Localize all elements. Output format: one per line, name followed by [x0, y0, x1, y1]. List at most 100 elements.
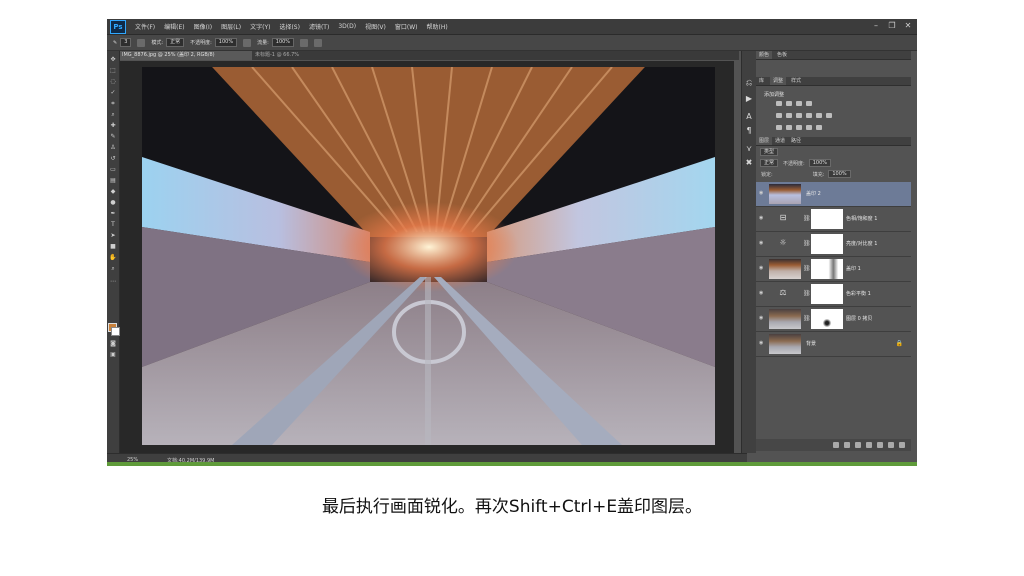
- black-white-icon[interactable]: [806, 113, 812, 118]
- new-layer-icon[interactable]: [888, 442, 894, 448]
- color-balance-icon[interactable]: [796, 113, 802, 118]
- dodge-tool-icon[interactable]: ●: [109, 200, 117, 206]
- blur-tool-icon[interactable]: ◆: [109, 189, 117, 195]
- close-button[interactable]: ✕: [903, 21, 913, 31]
- threshold-icon[interactable]: [796, 125, 802, 130]
- minimize-button[interactable]: –: [871, 21, 881, 31]
- layer-row[interactable]: ◉ 背景 🔒: [756, 332, 911, 357]
- type-tool-icon[interactable]: T: [109, 222, 117, 228]
- paragraph-panel-icon[interactable]: ¶: [745, 127, 753, 135]
- background-color-swatch[interactable]: [111, 327, 120, 336]
- layer-mask-thumbnail[interactable]: [811, 284, 843, 304]
- screen-mode-icon[interactable]: ▣: [109, 352, 117, 358]
- exposure-icon[interactable]: [806, 101, 812, 106]
- quick-select-tool-icon[interactable]: ✓: [109, 90, 117, 96]
- marquee-tool-icon[interactable]: ⬚: [109, 68, 117, 74]
- stamp-tool-icon[interactable]: ♙: [109, 145, 117, 151]
- path-select-icon[interactable]: ➤: [109, 233, 117, 239]
- menu-select[interactable]: 选择(S): [279, 22, 300, 31]
- tab-swatches[interactable]: 色板: [774, 51, 790, 59]
- menu-3d[interactable]: 3D(D): [338, 23, 356, 30]
- brush-tool-icon[interactable]: ✎: [109, 134, 117, 140]
- layer-mask-thumbnail[interactable]: [811, 234, 843, 254]
- layer-mask-thumbnail[interactable]: [811, 309, 843, 329]
- tab-libraries[interactable]: 库: [756, 77, 767, 85]
- layer-name[interactable]: 亮度/对比度 1: [846, 240, 877, 247]
- brush-panel-icon[interactable]: [137, 38, 146, 47]
- mask-link-icon[interactable]: ⛓: [803, 315, 811, 322]
- tab-paths[interactable]: 路径: [788, 137, 804, 145]
- new-group-icon[interactable]: [877, 442, 883, 448]
- layer-style-icon[interactable]: [844, 442, 850, 448]
- document-tab-active[interactable]: IMG_8876.jpg @ 25% (盖印 2, RGB/8): [119, 51, 252, 60]
- pen-tool-icon[interactable]: ✒: [109, 211, 117, 217]
- menu-filter[interactable]: 滤镜(T): [309, 22, 329, 31]
- layer-row[interactable]: ◉ 盖印 2: [756, 182, 911, 207]
- menu-edit[interactable]: 编辑(E): [164, 22, 184, 31]
- brush-presets-icon[interactable]: ⋎: [745, 145, 753, 153]
- mode-select[interactable]: 正常: [166, 38, 185, 47]
- menu-window[interactable]: 窗口(W): [395, 22, 418, 31]
- layer-mask-thumbnail[interactable]: [811, 209, 843, 229]
- mask-link-icon[interactable]: ⛓: [803, 290, 811, 297]
- layer-mask-thumbnail[interactable]: [811, 259, 843, 279]
- visibility-eye-icon[interactable]: ◉: [759, 341, 765, 346]
- history-panel-icon[interactable]: ⎌: [745, 79, 753, 87]
- move-tool-icon[interactable]: ✥: [109, 57, 117, 63]
- eraser-tool-icon[interactable]: ▭: [109, 167, 117, 173]
- tab-channels[interactable]: 通道: [772, 137, 788, 145]
- add-mask-icon[interactable]: [855, 442, 861, 448]
- layer-name[interactable]: 盖印 2: [806, 190, 821, 197]
- layer-name[interactable]: 色彩平衡 1: [846, 290, 871, 297]
- tab-layers[interactable]: 图层: [756, 137, 773, 145]
- menu-file[interactable]: 文件(F): [135, 22, 155, 31]
- menu-help[interactable]: 帮助(H): [427, 22, 448, 31]
- pressure-size-icon[interactable]: [314, 38, 323, 47]
- pressure-opacity-icon[interactable]: [243, 38, 252, 47]
- visibility-eye-icon[interactable]: ◉: [759, 291, 765, 296]
- history-brush-icon[interactable]: ↺: [109, 156, 117, 162]
- lasso-tool-icon[interactable]: ◌: [109, 79, 117, 85]
- tab-adjustments[interactable]: 调整: [770, 77, 787, 85]
- layer-row[interactable]: ◉ ☼ ⛓ 亮度/对比度 1: [756, 232, 911, 257]
- fill-field[interactable]: 100%: [828, 170, 851, 178]
- mask-link-icon[interactable]: ⛓: [803, 240, 811, 247]
- menu-layer[interactable]: 图层(L): [221, 22, 241, 31]
- quick-mask-icon[interactable]: ◙: [109, 341, 117, 347]
- link-layers-icon[interactable]: [833, 442, 839, 448]
- hue-saturation-icon[interactable]: [786, 113, 792, 118]
- posterize-icon[interactable]: [786, 125, 792, 130]
- layer-name[interactable]: 色相/饱和度 1: [846, 215, 877, 222]
- layer-row[interactable]: ◉ ⛓ 图层 0 拷贝: [756, 307, 911, 332]
- visibility-eye-icon[interactable]: ◉: [759, 266, 765, 271]
- photo-filter-icon[interactable]: [816, 113, 822, 118]
- tool-presets-icon[interactable]: ✖: [745, 159, 753, 167]
- new-adjustment-icon[interactable]: [866, 442, 872, 448]
- tab-color[interactable]: 颜色: [756, 51, 773, 59]
- menu-image[interactable]: 图像(I): [194, 22, 212, 31]
- visibility-eye-icon[interactable]: ◉: [759, 216, 765, 221]
- maximize-button[interactable]: ❐: [887, 21, 897, 31]
- visibility-eye-icon[interactable]: ◉: [759, 316, 765, 321]
- selective-color-icon[interactable]: [816, 125, 822, 130]
- channel-mixer-icon[interactable]: [826, 113, 832, 118]
- tab-styles[interactable]: 样式: [788, 77, 804, 85]
- crop-tool-icon[interactable]: ⌗: [109, 101, 117, 107]
- zoom-tool-icon[interactable]: ⌕: [109, 266, 117, 272]
- delete-layer-icon[interactable]: [899, 442, 905, 448]
- layer-row[interactable]: ◉ ⊟ ⛓ 色相/饱和度 1: [756, 207, 911, 232]
- more-tools-icon[interactable]: ⋯: [109, 279, 117, 285]
- healing-tool-icon[interactable]: ✚: [109, 123, 117, 129]
- layer-row[interactable]: ◉ ⛓ 盖印 1: [756, 257, 911, 282]
- brush-size-field[interactable]: 3: [120, 38, 132, 47]
- visibility-eye-icon[interactable]: ◉: [759, 241, 765, 246]
- visibility-eye-icon[interactable]: ◉: [759, 191, 765, 196]
- character-panel-icon[interactable]: A: [745, 113, 753, 121]
- document-canvas[interactable]: [142, 67, 715, 445]
- document-tab-inactive[interactable]: 未标题-1 @ 66.7%: [255, 51, 335, 60]
- mask-link-icon[interactable]: ⛓: [803, 265, 811, 272]
- brush-tool-icon[interactable]: ✎: [113, 40, 117, 46]
- gradient-tool-icon[interactable]: ▤: [109, 178, 117, 184]
- eyedropper-tool-icon[interactable]: ⌕: [109, 112, 117, 118]
- gradient-map-icon[interactable]: [806, 125, 812, 130]
